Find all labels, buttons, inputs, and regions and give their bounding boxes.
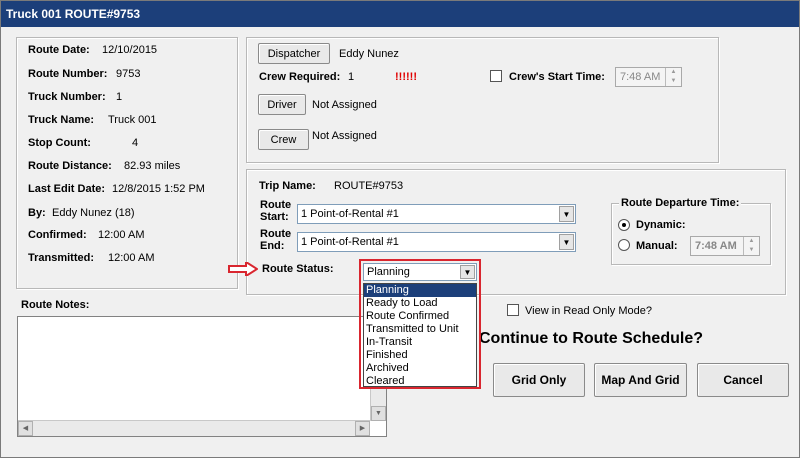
transmitted-label: Transmitted: [28, 252, 95, 264]
driver-value: Not Assigned [312, 99, 377, 111]
route-distance-label: Route Distance: [28, 160, 112, 172]
route-end-label-line1: Route [260, 228, 292, 240]
stop-count-value: 4 [132, 137, 139, 149]
last-edit-label: Last Edit Date: [28, 183, 106, 195]
red-arrow-icon [228, 262, 258, 276]
route-status-option[interactable]: Finished [364, 349, 476, 362]
crew-button[interactable]: Crew [258, 129, 309, 150]
crew-required-label: Crew Required: [259, 71, 341, 83]
dynamic-radio[interactable] [618, 219, 630, 231]
grid-only-button[interactable]: Grid Only [493, 363, 585, 397]
trip-name-value: ROUTE#9753 [334, 180, 404, 192]
route-end-select[interactable]: 1 Point-of-Rental #1 ▼ [297, 232, 576, 252]
crew-start-time-checkbox[interactable] [490, 70, 502, 82]
spin-down-icon[interactable]: ▼ [666, 77, 681, 86]
trip-name-label: Trip Name: [259, 180, 316, 192]
route-start-label-line2: Start: [260, 211, 289, 223]
driver-button[interactable]: Driver [258, 94, 306, 115]
chevron-down-icon[interactable]: ▼ [559, 234, 574, 250]
manual-label: Manual: [636, 240, 678, 252]
route-status-value: Planning [367, 266, 410, 278]
by-value: Eddy Nunez (18) [52, 207, 135, 219]
route-status-options[interactable]: Planning Ready to Load Route Confirmed Tran… [363, 283, 477, 387]
manual-time-spinner[interactable]: 7:48 AM ▲ ▼ [690, 236, 760, 256]
scroll-down-icon[interactable]: ▼ [371, 406, 386, 421]
route-window: Truck 001 ROUTE#9753 Route Date: 12/10/2… [0, 0, 800, 458]
cancel-button[interactable]: Cancel [697, 363, 789, 397]
crew-start-time-spinner[interactable]: 7:48 AM ▲ ▼ [615, 67, 682, 87]
dispatcher-name: Eddy Nunez [339, 48, 399, 60]
dynamic-label: Dynamic: [636, 219, 686, 231]
crew-required-value: 1 [348, 71, 355, 83]
window-title: Truck 001 ROUTE#9753 [1, 1, 799, 27]
chevron-down-icon[interactable]: ▼ [559, 206, 574, 222]
truck-name-value: Truck 001 [108, 114, 157, 126]
route-status-option[interactable]: Ready to Load [364, 297, 476, 310]
spin-up-icon[interactable]: ▲ [666, 68, 681, 77]
departure-time-title: Route Departure Time: [619, 197, 742, 209]
route-start-value: 1 Point-of-Rental #1 [301, 208, 399, 220]
route-end-label-line2: End: [260, 240, 285, 252]
route-start-label-line1: Route [260, 199, 292, 211]
map-and-grid-button[interactable]: Map And Grid [594, 363, 687, 397]
chevron-down-icon[interactable]: ▼ [460, 265, 475, 279]
route-start-select[interactable]: 1 Point-of-Rental #1 ▼ [297, 204, 576, 224]
route-status-option[interactable]: Planning [364, 284, 476, 297]
route-date-label: Route Date: [28, 44, 90, 56]
read-only-label: View in Read Only Mode? [525, 305, 652, 317]
crew-value: Not Assigned [312, 130, 377, 142]
route-status-option[interactable]: Transmitted to Unit [364, 323, 476, 336]
truck-number-label: Truck Number: [28, 91, 106, 103]
route-status-label: Route Status: [262, 263, 334, 275]
route-number-label: Route Number: [28, 68, 108, 80]
continue-prompt: Continue to Route Schedule? [479, 330, 703, 347]
route-end-value: 1 Point-of-Rental #1 [301, 236, 399, 248]
route-status-option[interactable]: Cleared [364, 375, 476, 388]
transmitted-value: 12:00 AM [108, 252, 155, 264]
truck-name-label: Truck Name: [28, 114, 95, 126]
spinner-buttons[interactable]: ▲ ▼ [665, 68, 681, 86]
confirmed-value: 12:00 AM [98, 229, 145, 241]
route-notes-label: Route Notes: [21, 299, 90, 311]
truck-number-value: 1 [116, 91, 123, 103]
scroll-left-icon[interactable]: ◀ [18, 421, 33, 436]
crew-start-time-label: Crew's Start Time: [509, 71, 605, 83]
read-only-checkbox[interactable] [507, 304, 519, 316]
route-status-option[interactable]: In-Transit [364, 336, 476, 349]
dispatcher-button[interactable]: Dispatcher [258, 43, 330, 64]
route-status-select[interactable]: Planning ▼ [363, 263, 477, 281]
manual-radio[interactable] [618, 239, 630, 251]
spinner-buttons[interactable]: ▲ ▼ [743, 237, 759, 255]
confirmed-label: Confirmed: [28, 229, 87, 241]
route-status-option[interactable]: Route Confirmed [364, 310, 476, 323]
scroll-right-icon[interactable]: ▶ [355, 421, 370, 436]
route-date-value: 12/10/2015 [102, 44, 158, 56]
crew-start-time-value: 7:48 AM [620, 71, 661, 83]
crew-warning: !!!!!! [395, 71, 417, 83]
last-edit-value: 12/8/2015 1:52 PM [112, 183, 205, 195]
stop-count-label: Stop Count: [28, 137, 91, 149]
horizontal-scrollbar[interactable]: ◀ ▶ [18, 420, 370, 436]
route-distance-value: 82.93 miles [124, 160, 181, 172]
manual-time-value: 7:48 AM [695, 240, 737, 252]
route-number-value: 9753 [116, 68, 141, 80]
by-label: By: [28, 207, 46, 219]
spin-up-icon[interactable]: ▲ [744, 237, 759, 246]
spin-down-icon[interactable]: ▼ [744, 246, 759, 255]
route-notes-textarea[interactable]: ▼ ◀ ▶ [17, 316, 387, 437]
route-status-option[interactable]: Archived [364, 362, 476, 375]
